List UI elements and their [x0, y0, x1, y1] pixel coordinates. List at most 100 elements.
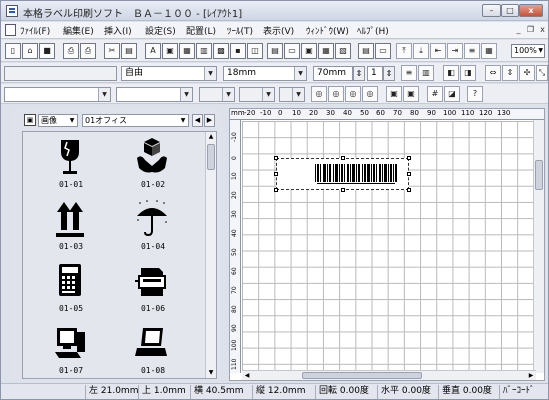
width-spin-icon[interactable]: ⇕ [353, 66, 365, 81]
clipart-item[interactable]: 01-03 [31, 200, 111, 260]
count-spin-icon[interactable]: ⇕ [383, 66, 395, 81]
snap-icon[interactable]: ◪ [444, 86, 460, 102]
chevron-down-icon[interactable]: ▼ [67, 115, 77, 126]
menu-view[interactable]: 表示(V) [263, 24, 294, 37]
mdi-minimize-button[interactable]: _ [513, 25, 524, 36]
scroll-thumb[interactable] [207, 144, 215, 170]
category-select[interactable]: 画像 ▼ [38, 114, 78, 127]
print-icon[interactable]: ⎙ [63, 43, 79, 59]
open-icon[interactable]: ⌂ [22, 43, 38, 59]
minimize-button[interactable]: – [482, 4, 501, 17]
layout-canvas[interactable]: mm -20 -10 0 10 20 30 40 50 60 70 80 90 … [229, 108, 545, 381]
text-align-left-icon[interactable]: ≡ [401, 65, 417, 81]
properties-icon[interactable]: ▧ [335, 43, 351, 59]
clipart-item[interactable]: 01-02 [113, 138, 193, 198]
resize-handle[interactable] [407, 172, 411, 176]
canvas-horizontal-scrollbar[interactable]: ◀ ▶ [242, 370, 536, 380]
size-height-icon[interactable]: ⇕ [502, 65, 518, 81]
menu-edit[interactable]: 編集(E) [63, 24, 94, 37]
help-icon[interactable]: ? [467, 86, 483, 102]
barcode-object[interactable] [274, 156, 411, 192]
align-bottom-icon[interactable]: ⤓ [413, 43, 429, 59]
size-width-icon[interactable]: ⇔ [485, 65, 501, 81]
group-icon[interactable]: ◎ [311, 86, 327, 102]
table-tool-icon[interactable]: ▤ [267, 43, 283, 59]
clipart-item[interactable]: 01-05 [31, 262, 111, 322]
menu-window[interactable]: ｳｨﾝﾄﾞｳ(W) [306, 24, 349, 37]
scroll-thumb[interactable] [302, 372, 422, 379]
chevron-down-icon[interactable]: ▼ [292, 88, 304, 101]
menu-file[interactable]: ﾌｧｲﾙ(F) [20, 24, 50, 37]
scroll-down-icon[interactable]: ▼ [206, 368, 216, 378]
sheet-icon[interactable]: ▭ [375, 43, 391, 59]
fill-select[interactable]: ▼ [239, 87, 275, 102]
align-center-icon[interactable]: ≡ [464, 43, 480, 59]
maximize-button[interactable]: □ [501, 4, 519, 17]
paste-icon[interactable]: ▤ [121, 43, 137, 59]
clipart-item[interactable]: 01-07 [31, 324, 111, 378]
menu-help[interactable]: ﾍﾙﾌﾟ(H) [357, 24, 389, 37]
align-right-icon[interactable]: ⇥ [447, 43, 463, 59]
size-fit-icon[interactable]: ⤡ [536, 65, 548, 81]
scroll-up-icon[interactable]: ▲ [206, 132, 216, 142]
scroll-right-icon[interactable]: ▶ [526, 371, 536, 380]
clipart-item[interactable]: 01-04 [113, 200, 193, 260]
barcode-tool-icon[interactable]: ▥ [196, 43, 212, 59]
document-icon[interactable] [5, 24, 16, 36]
mdi-restore-button[interactable]: ❐ [525, 25, 536, 36]
frame-left-icon[interactable]: ◧ [443, 65, 459, 81]
clipart-item[interactable]: 01-08 [113, 324, 193, 378]
prev-category-button[interactable]: ◀ [192, 114, 203, 127]
serial-tool-icon[interactable]: ▩ [213, 43, 229, 59]
clipart-tool-icon[interactable]: ▪ [230, 43, 246, 59]
menu-settings[interactable]: 設定(S) [145, 24, 176, 37]
chevron-down-icon[interactable]: ▼ [204, 67, 216, 80]
bring-front-icon[interactable]: ◎ [345, 86, 361, 102]
clipart-item[interactable]: 01-01 [31, 138, 111, 198]
font-name-field[interactable] [4, 66, 117, 81]
chevron-down-icon[interactable]: ▼ [178, 115, 188, 126]
image-tool-icon[interactable]: ▣ [162, 43, 178, 59]
font-size-select[interactable]: 18mm ▼ [223, 66, 307, 81]
scroll-left-icon[interactable]: ◀ [242, 371, 252, 380]
menu-layout[interactable]: 配置(L) [186, 24, 216, 37]
chevron-down-icon[interactable]: ▼ [294, 67, 306, 80]
size-both-icon[interactable]: ✣ [519, 65, 535, 81]
resize-handle[interactable] [407, 156, 411, 160]
distribute-icon[interactable]: ▦ [481, 43, 497, 59]
form-icon[interactable]: ▤ [358, 43, 374, 59]
resize-handle[interactable] [341, 156, 345, 160]
zoom-select[interactable]: 100% [511, 44, 545, 58]
menu-insert[interactable]: 挿入(I) [104, 24, 132, 37]
close-button[interactable]: x [519, 4, 543, 17]
ungroup-icon[interactable]: ◎ [328, 86, 344, 102]
next-category-button[interactable]: ▶ [204, 114, 215, 127]
align-left-icon[interactable]: ⇤ [430, 43, 446, 59]
resize-handle[interactable] [274, 156, 278, 160]
unlock-icon[interactable]: ▣ [403, 86, 419, 102]
resize-handle[interactable] [274, 172, 278, 176]
camera-tool-icon[interactable]: ◫ [247, 43, 263, 59]
chevron-down-icon[interactable]: ▼ [180, 88, 192, 101]
send-back-icon[interactable]: ◎ [362, 86, 378, 102]
count-field[interactable]: 1 [367, 66, 383, 81]
print-preview-icon[interactable]: ⎙ [80, 43, 96, 59]
image-insert-icon[interactable]: ▣ [301, 43, 317, 59]
frame-tool-icon[interactable]: ▦ [179, 43, 195, 59]
resize-handle[interactable] [341, 188, 345, 192]
frame-right-icon[interactable]: ◨ [460, 65, 476, 81]
scroll-thumb[interactable] [535, 160, 543, 190]
color-select[interactable]: ▼ [279, 87, 305, 102]
chevron-down-icon[interactable]: ▼ [222, 88, 234, 101]
subcategory-select[interactable]: 01オフィス ▼ [82, 114, 189, 127]
resize-handle[interactable] [274, 188, 278, 192]
resize-handle[interactable] [407, 188, 411, 192]
gallery-scrollbar[interactable]: ▲ ▼ [205, 132, 216, 378]
width-field[interactable]: 70mm [313, 66, 353, 81]
line-select[interactable]: ▼ [199, 87, 235, 102]
grid-toggle-icon[interactable]: ▦ [318, 43, 334, 59]
align-top-icon[interactable]: ⤒ [396, 43, 412, 59]
object-select-1[interactable]: ▼ [4, 87, 111, 102]
grid-icon[interactable]: # [427, 86, 443, 102]
text-spacing-icon[interactable]: ▥ [418, 65, 434, 81]
